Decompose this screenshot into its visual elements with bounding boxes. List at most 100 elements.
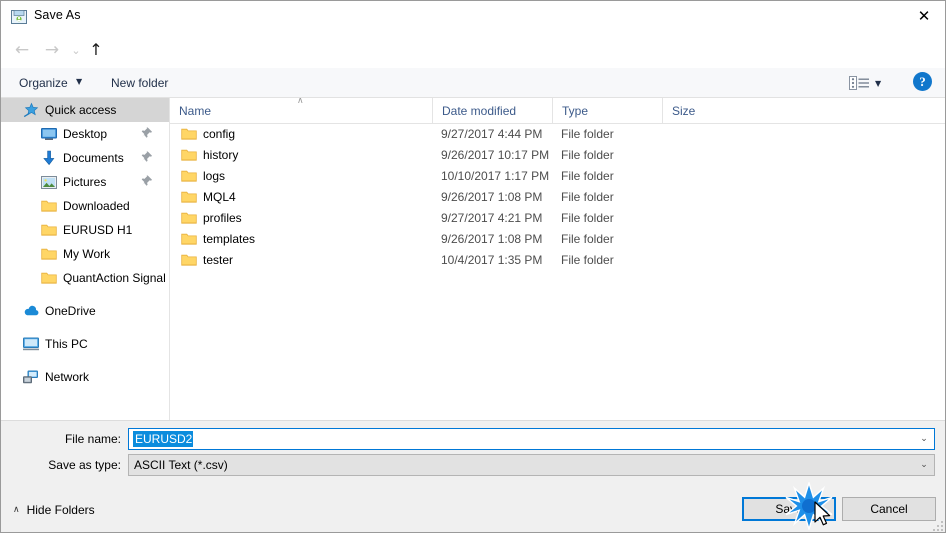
type-cell: File folder [561, 148, 614, 162]
new-folder-button[interactable]: New folder [106, 74, 173, 92]
resize-grip[interactable] [932, 520, 944, 532]
sidebar-item-this-pc[interactable]: This PC [1, 332, 169, 356]
sidebar-item-desktop[interactable]: Desktop [1, 122, 169, 146]
column-header-label: Date modified [442, 103, 517, 118]
chevron-down-icon[interactable]: ⌄ [914, 434, 934, 444]
folder-icon [41, 246, 57, 262]
sidebar-item-quantaction-signal[interactable]: QuantAction Signal [1, 266, 169, 290]
recent-locations-button[interactable]: ⌄ [65, 39, 87, 61]
sidebar-item-label: This PC [45, 337, 88, 351]
sidebar-item-pictures[interactable]: Pictures [1, 170, 169, 194]
cancel-button[interactable]: Cancel [842, 497, 936, 521]
pin-icon[interactable] [141, 127, 153, 141]
close-icon: ✕ [917, 6, 931, 25]
save-form: File name: EURUSD2 ⌄ Save as type: ASCII… [1, 420, 945, 532]
file-list-row[interactable]: templates 9/26/2017 1:08 PM File folder [170, 229, 945, 250]
file-list-row[interactable]: config 9/27/2017 4:44 PM File folder [170, 124, 945, 145]
date-modified-cell: 10/4/2017 1:35 PM [441, 253, 543, 267]
hide-folders-label: Hide Folders [26, 503, 95, 517]
folder-icon [181, 127, 197, 142]
sidebar-item-label: Quick access [45, 103, 117, 117]
column-header-label: Name [179, 103, 212, 118]
save-button-label: Save [775, 502, 803, 516]
column-header-size[interactable]: Size [662, 98, 747, 123]
save-as-type-value: ASCII Text (*.csv) [134, 458, 228, 472]
type-cell: File folder [561, 169, 614, 183]
pin-icon[interactable] [141, 151, 153, 165]
sidebar-item-downloaded[interactable]: Downloaded [1, 194, 169, 218]
type-cell: File folder [561, 127, 614, 141]
file-name-cell: templates [203, 232, 256, 246]
column-headers: Name ∧ Date modified Type Size [170, 98, 945, 124]
column-header-label: Type [562, 103, 589, 118]
save-as-type-select[interactable]: ASCII Text (*.csv) ⌄ [128, 454, 935, 476]
date-modified-cell: 9/26/2017 1:08 PM [441, 190, 543, 204]
file-name-value[interactable]: EURUSD2 [133, 431, 194, 447]
save-button[interactable]: Save [742, 497, 836, 521]
chevron-down-icon[interactable]: ▼ [76, 77, 82, 86]
file-name-input[interactable]: EURUSD2 ⌄ [128, 428, 935, 450]
sidebar-item-quick-access[interactable]: Quick access [1, 98, 169, 122]
back-button[interactable]: ← [11, 39, 33, 61]
column-header-type[interactable]: Type [552, 98, 662, 123]
sidebar-item-label: QuantAction Signal [63, 271, 166, 285]
sidebar-item-eurusd-h1[interactable]: EURUSD H1 [1, 218, 169, 242]
list-view-icon[interactable] [849, 75, 871, 91]
file-list-row[interactable]: profiles 9/27/2017 4:21 PM File folder [170, 208, 945, 229]
sidebar-item-network[interactable]: Network [1, 365, 169, 389]
sidebar-item-label: Downloaded [63, 199, 130, 213]
close-button[interactable]: ✕ [901, 1, 945, 31]
folder-icon [181, 190, 197, 205]
help-button[interactable]: ? [913, 72, 932, 91]
file-list-row[interactable]: logs 10/10/2017 1:17 PM File folder [170, 166, 945, 187]
navigation-bar: ← → ⌄ ↑ « Roaming › MetaQuotes › Termina… [1, 32, 945, 93]
date-modified-cell: 9/26/2017 10:17 PM [441, 148, 550, 162]
type-cell: File folder [561, 211, 614, 225]
command-bar: Organize ▼ New folder ▼ [1, 68, 945, 98]
sidebar-item-documents[interactable]: Documents [1, 146, 169, 170]
sidebar-item-my-work[interactable]: My Work [1, 242, 169, 266]
sidebar-item-label: Desktop [63, 127, 108, 141]
chevron-down-icon[interactable]: ▼ [875, 79, 881, 88]
network-icon [23, 369, 39, 385]
sidebar-item-label: My Work [63, 247, 111, 261]
file-name-cell: tester [203, 253, 234, 267]
sidebar-item-label: Network [45, 370, 90, 384]
forward-button[interactable]: → [41, 39, 63, 61]
chevron-down-icon[interactable]: ⌄ [914, 460, 934, 470]
hide-folders-button[interactable]: ∧ Hide Folders [13, 503, 95, 517]
onedrive-cloud-icon [23, 303, 39, 319]
sidebar-item-onedrive[interactable]: OneDrive [1, 299, 169, 323]
type-cell: File folder [561, 232, 614, 246]
folder-icon [181, 253, 197, 268]
save-as-dialog: Save As ✕ ← → ⌄ ↑ « Roaming › MetaQuotes… [0, 0, 946, 533]
sidebar-item-label: OneDrive [45, 304, 96, 318]
quick-access-star-icon [23, 102, 39, 118]
file-list-row[interactable]: history 9/26/2017 10:17 PM File folder [170, 145, 945, 166]
column-header-label: Size [672, 103, 696, 118]
up-one-level-button[interactable]: ↑ [85, 39, 107, 61]
file-list-row[interactable]: tester 10/4/2017 1:35 PM File folder [170, 250, 945, 271]
cancel-button-label: Cancel [870, 502, 908, 516]
date-modified-cell: 9/27/2017 4:21 PM [441, 211, 543, 225]
sidebar-item-label: Documents [63, 151, 124, 165]
sidebar-item-label: Pictures [63, 175, 107, 189]
date-modified-cell: 10/10/2017 1:17 PM [441, 169, 550, 183]
file-name-cell: profiles [203, 211, 242, 225]
folder-icon [181, 232, 197, 247]
date-modified-cell: 9/26/2017 1:08 PM [441, 232, 543, 246]
navigation-sidebar: Quick access Desktop Documents Pictures Down… [1, 98, 170, 420]
folder-icon [41, 222, 57, 238]
pictures-icon [41, 174, 57, 190]
folder-icon [41, 270, 57, 286]
column-header-date-modified[interactable]: Date modified [432, 98, 552, 123]
folder-icon [41, 198, 57, 214]
chevron-up-icon: ∧ [13, 505, 20, 515]
pin-icon[interactable] [141, 175, 153, 189]
file-list-row[interactable]: MQL4 9/26/2017 1:08 PM File folder [170, 187, 945, 208]
folder-icon [181, 169, 197, 184]
organize-button[interactable]: Organize [14, 74, 73, 92]
